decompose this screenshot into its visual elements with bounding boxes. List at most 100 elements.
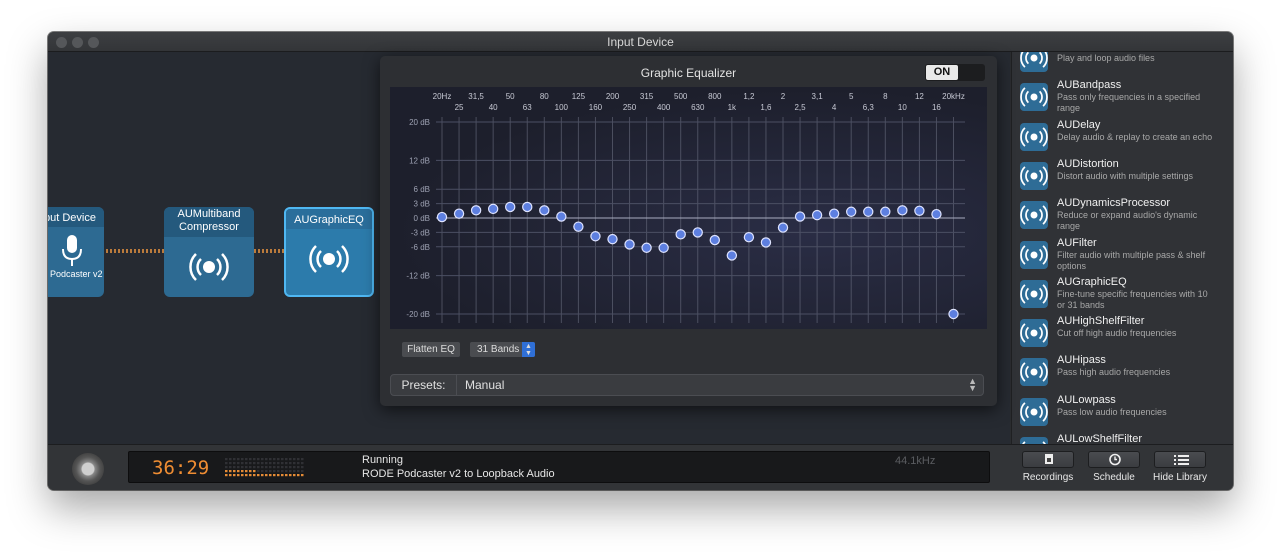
meter-segment xyxy=(281,458,284,461)
band-slider-handle[interactable] xyxy=(777,222,789,233)
library-item[interactable]: AUHighShelfFilter Cut off high audio freq… xyxy=(1012,315,1222,355)
band-slider-handle[interactable] xyxy=(897,205,908,216)
band-slider-handle[interactable] xyxy=(590,231,601,242)
library-item[interactable]: AUDelay Delay audio & replay to create an… xyxy=(1012,119,1222,159)
library-item-desc: Delay audio & replay to create an echo xyxy=(1057,131,1213,142)
meter-segment xyxy=(257,458,260,461)
band-slider-handle[interactable] xyxy=(607,233,618,245)
band-slider-handle[interactable] xyxy=(863,206,874,217)
freq-label: 2,5 xyxy=(794,103,806,112)
meter-segment xyxy=(297,458,300,461)
library-item[interactable]: AULowpass Pass low audio frequencies xyxy=(1012,394,1222,434)
library-item[interactable]: AUDistortion Distort audio with multiple … xyxy=(1012,158,1222,198)
library-item[interactable]: AULowShelfFilterCut off low audio freque… xyxy=(1012,433,1222,444)
band-slider-handle[interactable] xyxy=(726,250,738,261)
band-slider-handle[interactable] xyxy=(675,229,686,240)
node-subtitle: Podcaster v2 xyxy=(50,269,103,279)
flatten-eq-button[interactable]: Flatten EQ xyxy=(402,342,460,357)
library-item[interactable]: AUDynamicsProcessor Reduce or expand audi… xyxy=(1012,197,1222,237)
meter-segment xyxy=(241,462,244,465)
freq-label: 500 xyxy=(674,92,688,101)
record-button[interactable] xyxy=(72,453,104,485)
library-item[interactable]: AUFilter Filter audio with multiple pass … xyxy=(1012,237,1222,277)
meter-segment xyxy=(245,470,248,473)
band-slider-handle[interactable] xyxy=(522,201,533,213)
band-slider-handle[interactable] xyxy=(641,242,652,253)
schedule-button[interactable] xyxy=(1088,451,1140,468)
band-slider-handle[interactable] xyxy=(573,221,584,232)
freq-label: 400 xyxy=(657,103,671,112)
elapsed-time: 36:29 xyxy=(152,457,210,479)
meter-segment xyxy=(245,474,248,477)
band-slider-handle[interactable] xyxy=(504,201,516,213)
band-slider-handle[interactable] xyxy=(743,231,755,243)
presets-select[interactable]: Presets: Manual ▲ ▼ xyxy=(390,374,984,396)
meter-segment xyxy=(233,470,236,473)
meter-segment xyxy=(225,458,228,461)
library-item[interactable]: AUGraphicEQ Fine-tune specific frequencie… xyxy=(1012,276,1222,316)
band-slider-handle[interactable] xyxy=(811,209,823,221)
band-slider-handle[interactable] xyxy=(948,308,959,320)
audio-unit-icon xyxy=(1020,319,1048,348)
presets-value: Manual xyxy=(465,378,505,392)
band-slider-handle[interactable] xyxy=(709,234,720,246)
audio-unit-icon xyxy=(1020,161,1048,190)
freq-label: 250 xyxy=(623,103,637,112)
freq-label: 1,6 xyxy=(760,103,772,112)
clock-icon xyxy=(1109,453,1121,466)
band-slider-handle[interactable] xyxy=(487,203,499,215)
library-item[interactable]: AUBandpass Pass only frequencies in a spe… xyxy=(1012,79,1222,119)
band-slider-handle[interactable] xyxy=(539,205,550,216)
freq-label: 16 xyxy=(932,103,941,112)
bands-value: 31 Bands xyxy=(477,344,520,355)
band-slider-handle[interactable] xyxy=(760,237,772,248)
audio-unit-icon xyxy=(1020,279,1048,308)
library-item-name: AUDelay xyxy=(1057,118,1101,131)
meter-segment xyxy=(269,470,272,473)
freq-label: 10 xyxy=(898,103,907,112)
band-slider-handle[interactable] xyxy=(846,206,857,217)
freq-label: 315 xyxy=(640,92,654,101)
power-toggle[interactable]: ON xyxy=(925,64,985,81)
meter-segment xyxy=(277,466,280,469)
audio-unit-icon xyxy=(1020,397,1048,426)
library-item-name: AUDynamicsProcessor xyxy=(1057,197,1171,210)
band-slider-handle[interactable] xyxy=(914,205,925,217)
meter-segment xyxy=(241,470,244,473)
chevron-updown-icon: ▲ ▼ xyxy=(522,342,535,357)
db-label: 0 dB xyxy=(414,214,430,223)
library-item-desc: Filter audio with multiple pass & shelf … xyxy=(1057,249,1206,271)
library-item-name: AUFilter xyxy=(1057,236,1097,249)
node-input-device[interactable]: put Device Podcaster v2 xyxy=(48,207,104,297)
recordings-button[interactable] xyxy=(1022,451,1074,468)
meter-segment xyxy=(269,466,272,469)
meter-segment xyxy=(297,462,300,465)
band-slider-handle[interactable] xyxy=(880,206,891,217)
eq-title: Graphic Equalizer xyxy=(640,66,737,80)
eq-graph[interactable]: 20 dB 12 dB 6 dB 3 dB 0 dB -3 dB -6 dB -12 dB -2… xyxy=(390,87,987,329)
meter-segment xyxy=(273,474,276,477)
band-slider-handle[interactable] xyxy=(470,205,482,216)
bands-select[interactable]: 31 Bands ▲ ▼ xyxy=(470,342,535,357)
library-item[interactable]: AUHipass Pass high audio frequencies xyxy=(1012,354,1222,394)
meter-segment xyxy=(281,466,284,469)
band-slider-handle[interactable] xyxy=(624,239,635,250)
db-label: -20 dB xyxy=(406,310,430,319)
node-aumultiband-compressor[interactable]: AUMultiband Compressor xyxy=(164,207,254,297)
band-slider-handle[interactable] xyxy=(828,208,840,219)
hide-library-button[interactable] xyxy=(1154,451,1206,468)
graphic-equalizer-panel: Graphic Equalizer ON 20 dB 12 dB 6 dB 3 dB 0… xyxy=(380,56,997,406)
library-item[interactable]: Play and loop audio files xyxy=(1012,52,1222,80)
band-slider-handle[interactable] xyxy=(794,211,806,222)
library-item-name: AUDistortion xyxy=(1057,157,1119,170)
node-augraphiceq[interactable]: AUGraphicEQ xyxy=(284,207,374,297)
freq-label: 630 xyxy=(691,103,705,112)
meter-segment xyxy=(261,474,264,477)
band-slider-handle[interactable] xyxy=(931,208,942,220)
band-slider-handle[interactable] xyxy=(436,211,448,223)
band-slider-handle[interactable] xyxy=(692,227,703,238)
meter-segment xyxy=(225,474,228,477)
band-slider-handle[interactable] xyxy=(658,242,669,253)
band-slider-handle[interactable] xyxy=(556,211,567,222)
band-slider-handle[interactable] xyxy=(453,208,465,219)
